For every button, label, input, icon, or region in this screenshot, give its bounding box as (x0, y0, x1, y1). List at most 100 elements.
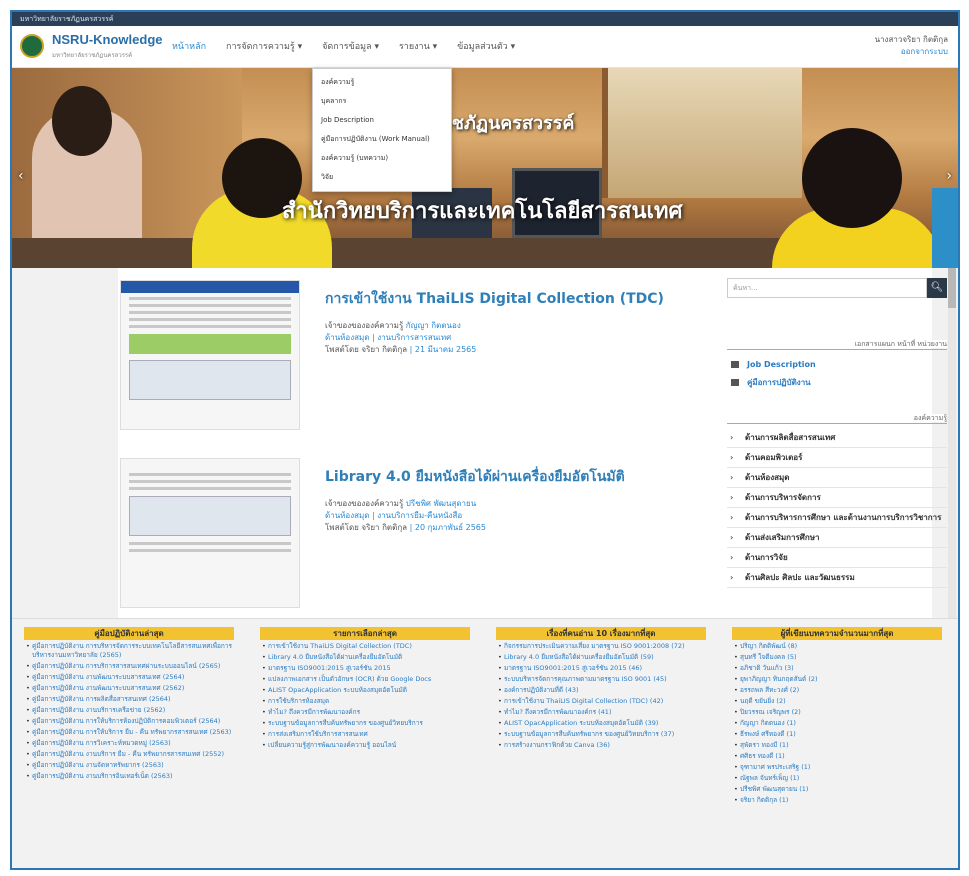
category-item[interactable]: › ด้านคอมพิวเตอร์ (727, 448, 947, 468)
footer-link[interactable]: คู่มือการปฏิบัติงาน การบริหารจัดการระบบเ… (24, 642, 234, 660)
main-content: การเข้าใช้งาน ThaiLIS Digital Collection… (12, 268, 958, 618)
post-meta: เจ้าของขององค์ความรู้ กัญญา กิตตนอง ด้าน… (325, 321, 477, 354)
footer-link[interactable]: เปลี่ยนความรู้สู่การพัฒนาองค์ความรู้ ออน… (260, 741, 470, 750)
nav-data[interactable]: จัดการข้อมูล ▾ (322, 39, 379, 53)
post-owner-link[interactable]: ปรีชพิศ พัฒนสุดายน (406, 499, 476, 508)
document-icon (731, 361, 739, 368)
footer-link[interactable]: การส่งเสริมการใช้บริการสารสนเทศ (260, 730, 470, 739)
footer-link[interactable]: คู่มือการปฏิบัติงาน งานบริการเครือข่าย (… (24, 706, 234, 715)
footer-link[interactable]: ทำไม? ถึงควรมีการพัฒนาองค์กร (41) (496, 708, 706, 717)
main-nav: หน้าหลัก การจัดการความรู้ ▾ จัดการข้อมูล… (172, 39, 515, 53)
footer-link[interactable]: องค์การปฏิบัติงานที่ดี (43) (496, 686, 706, 695)
footer-link[interactable]: ศศิธร ทองดี (1) (732, 752, 942, 761)
footer-link[interactable]: จุฑามาศ พรประเสริฐ (1) (732, 763, 942, 772)
user-name[interactable]: นางสาวจริยา กิตติกุล (875, 34, 948, 46)
hero-title-bottom: สำนักวิทยบริการและเทคโนโลยีสารสนเทศ (282, 199, 683, 224)
search-input[interactable]: ค้นหา... (727, 278, 927, 298)
footer-link[interactable]: Library 4.0 ยืมหนังสือได้ผ่านเครื่องยืมอ… (260, 653, 470, 662)
footer-link[interactable]: มาตรฐาน ISO9001:2015 สู่เวอร์ชัน 2015 (260, 664, 470, 673)
dropdown-item[interactable]: วิจัย (313, 168, 451, 187)
footer-link[interactable]: คู่มือการปฏิบัติงาน การบริการสารสนเทศผ่า… (24, 662, 234, 671)
footer-link[interactable]: ยุพาภิญญา ทินกฤตสันต์ (2) (732, 675, 942, 684)
footer-link[interactable]: คู่มือการปฏิบัติงาน การให้บริการ ยืม - ค… (24, 728, 234, 737)
footer-column-title: รายการเลือกล่าสุด (260, 627, 470, 640)
footer-link[interactable]: จริยา กิตติกุล (1) (732, 796, 942, 805)
footer-link[interactable]: คู่มือการปฏิบัติงาน การวิเคราะห์หมวดหมู่… (24, 739, 234, 748)
footer-link[interactable]: คู่มือการปฏิบัติงาน การให้บริการห้องปฏิบ… (24, 717, 234, 726)
footer-link[interactable]: ระบบฐานข้อมูลการสืบค้นทรัพยากร ของศูนย์ว… (260, 719, 470, 728)
footer-link[interactable]: สุนทรี ใจดีมงคล (5) (732, 653, 942, 662)
category-item[interactable]: › ด้านการผลิตสื่อสารสนเทศ (727, 428, 947, 448)
brand-subtitle: มหาวิทยาลัยราชภัฏนครสวรรค์ (52, 52, 133, 59)
footer-link[interactable]: การเข้าใช้งาน ThaiLIS Digital Collection… (260, 642, 470, 651)
navbar: NSRU-Knowledge มหาวิทยาลัยราชภัฏนครสวรรค… (12, 26, 958, 68)
footer-link[interactable]: ปิยวรรณ เจริญพร (2) (732, 708, 942, 717)
chevron-right-icon: › (730, 533, 734, 542)
footer-column-latest: รายการเลือกล่าสุด การเข้าใช้งาน ThaiLIS … (260, 627, 470, 752)
footer-link[interactable]: คู่มือการปฏิบัติงาน งานพัฒนาระบบสารสนเทศ… (24, 684, 234, 693)
footer-link[interactable]: อภิชาติ วันแก้ว (3) (732, 664, 942, 673)
logo-icon[interactable] (20, 34, 44, 58)
footer-link[interactable]: การใช้บริการห้องสมุด (260, 697, 470, 706)
post-owner-link[interactable]: กัญญา กิตตนอง (406, 321, 461, 330)
category-item[interactable]: › ด้านการวิจัย (727, 548, 947, 568)
doc-link-job-description[interactable]: Job Description (727, 356, 947, 374)
footer-link[interactable]: คู่มือการปฏิบัติงาน งานบริการอินเทอร์เน็… (24, 772, 234, 781)
footer-link[interactable]: ALIST OpacApplication ระบบห้องสมุดอัตโนม… (260, 686, 470, 695)
chevron-right-icon: › (730, 433, 734, 442)
footer-link[interactable]: นฤดี ขยันยิ่ง (2) (732, 697, 942, 706)
footer-link[interactable]: ปรีชพิศ พัฒนสุดายน (1) (732, 785, 942, 794)
nav-profile[interactable]: ข้อมูลส่วนตัว ▾ (457, 39, 515, 53)
category-item[interactable]: › ด้านการบริหารจัดการ (727, 488, 947, 508)
footer-link[interactable]: การสร้างงานกราฟิกด้วย Canva (36) (496, 741, 706, 750)
footer-column-top-authors: ผู้ที่เขียนบทความจำนวนมากที่สุด ปริญา กิ… (732, 627, 942, 807)
dropdown-item[interactable]: องค์ความรู้ (บทความ) (313, 149, 451, 168)
chevron-right-icon: › (730, 473, 734, 482)
footer-link[interactable]: ปริญา กิตติพัฒน์ (8) (732, 642, 942, 651)
footer-link[interactable]: ธีรพงษ์ ศรีทองดี (1) (732, 730, 942, 739)
category-item[interactable]: › ด้านห้องสมุด (727, 468, 947, 488)
post-dept-link[interactable]: ด้านห้องสมุด | งานบริการยืม-คืนหนังสือ (325, 510, 486, 522)
carousel-prev-icon[interactable]: ‹ (18, 168, 24, 184)
footer-link[interactable]: กัญญา กิตตนอง (1) (732, 719, 942, 728)
footer-link[interactable]: ระบบฐานข้อมูลการสืบค้นทรัพยากร ของศูนย์ว… (496, 730, 706, 739)
footer-link[interactable]: มาตรฐาน ISO9001:2015 สู่เวอร์ชัน 2015 (4… (496, 664, 706, 673)
nav-report[interactable]: รายงาน ▾ (399, 39, 437, 53)
dropdown-item[interactable]: องค์ความรู้ (313, 73, 451, 92)
footer-link[interactable]: การเข้าใช้งาน ThaiLIS Digital Collection… (496, 697, 706, 706)
chevron-right-icon: › (730, 553, 734, 562)
dropdown-item[interactable]: Job Description (313, 111, 451, 130)
post-thumbnail[interactable] (120, 458, 300, 608)
footer-link[interactable]: คู่มือการปฏิบัติงาน งานบริการ ยืม - คืน … (24, 750, 234, 759)
footer-link[interactable]: ระบบบริหารจัดการคุณภาพตามมาตรฐาน ISO 900… (496, 675, 706, 684)
post-thumbnail[interactable] (120, 280, 300, 430)
footer-link[interactable]: ALIST OpacApplication ระบบห้องสมุดอัตโนม… (496, 719, 706, 728)
category-item[interactable]: › ด้านส่งเสริมการศึกษา (727, 528, 947, 548)
footer-link[interactable]: คู่มือการปฏิบัติงาน การผลิตสื่อสารสนเทศ … (24, 695, 234, 704)
hero-title-top: ราชภัฏนครสวรรค์ (432, 113, 575, 134)
footer-link[interactable]: ทำไม? ถึงควรมีการพัฒนาองค์กร (260, 708, 470, 717)
search-icon[interactable]: 🔍︎ (927, 278, 947, 298)
footer-link[interactable]: ณัฐพล จันทร์เพ็ญ (1) (732, 774, 942, 783)
nav-home[interactable]: หน้าหลัก (172, 39, 206, 53)
post-dept-link[interactable]: ด้านห้องสมุด | งานบริการสารสนเทศ (325, 332, 476, 344)
carousel-next-icon[interactable]: › (946, 168, 952, 184)
footer-link[interactable]: แปลงภาพเอกสาร เป็นตัวอักษร (OCR) ด้วย Go… (260, 675, 470, 684)
post-title[interactable]: การเข้าใช้งาน ThaiLIS Digital Collection… (325, 288, 664, 310)
category-item[interactable]: › ด้านศิลปะ ศิลปะ และวัฒนธรรม (727, 568, 947, 588)
post-title[interactable]: Library 4.0 ยืมหนังสือได้ผ่านเครื่องยืมอ… (325, 466, 625, 488)
logout-link[interactable]: ออกจากระบบ (875, 46, 948, 58)
doc-link-manual[interactable]: คู่มือการปฏิบัติงาน (727, 374, 947, 392)
footer-link[interactable]: คู่มือการปฏิบัติงาน งานพัฒนาระบบสารสนเทศ… (24, 673, 234, 682)
footer-link[interactable]: กิจกรรมการประเมินความเสี่ยง มาตรฐาน ISO … (496, 642, 706, 651)
footer-link[interactable]: คู่มือการปฏิบัติงาน งานจัดหาทรัพยากร (25… (24, 761, 234, 770)
nav-knowledge[interactable]: การจัดการความรู้ ▾ (226, 39, 302, 53)
footer-link[interactable]: Library 4.0 ยืมหนังสือได้ผ่านเครื่องยืมอ… (496, 653, 706, 662)
dropdown-item[interactable]: บุคลากร (313, 92, 451, 111)
footer-link[interactable]: อรรถพล สีทะวงศ์ (2) (732, 686, 942, 695)
footer-link[interactable]: สุพัตรา ทองมี (1) (732, 741, 942, 750)
dropdown-item[interactable]: คู่มือการปฏิบัติงาน (Work Manual) (313, 130, 451, 149)
brand-title[interactable]: NSRU-Knowledge (52, 32, 163, 47)
post-card: การเข้าใช้งาน ThaiLIS Digital Collection… (120, 280, 710, 440)
category-item[interactable]: › ด้านการบริหารการศึกษา และด้านงานการบริก… (727, 508, 947, 528)
